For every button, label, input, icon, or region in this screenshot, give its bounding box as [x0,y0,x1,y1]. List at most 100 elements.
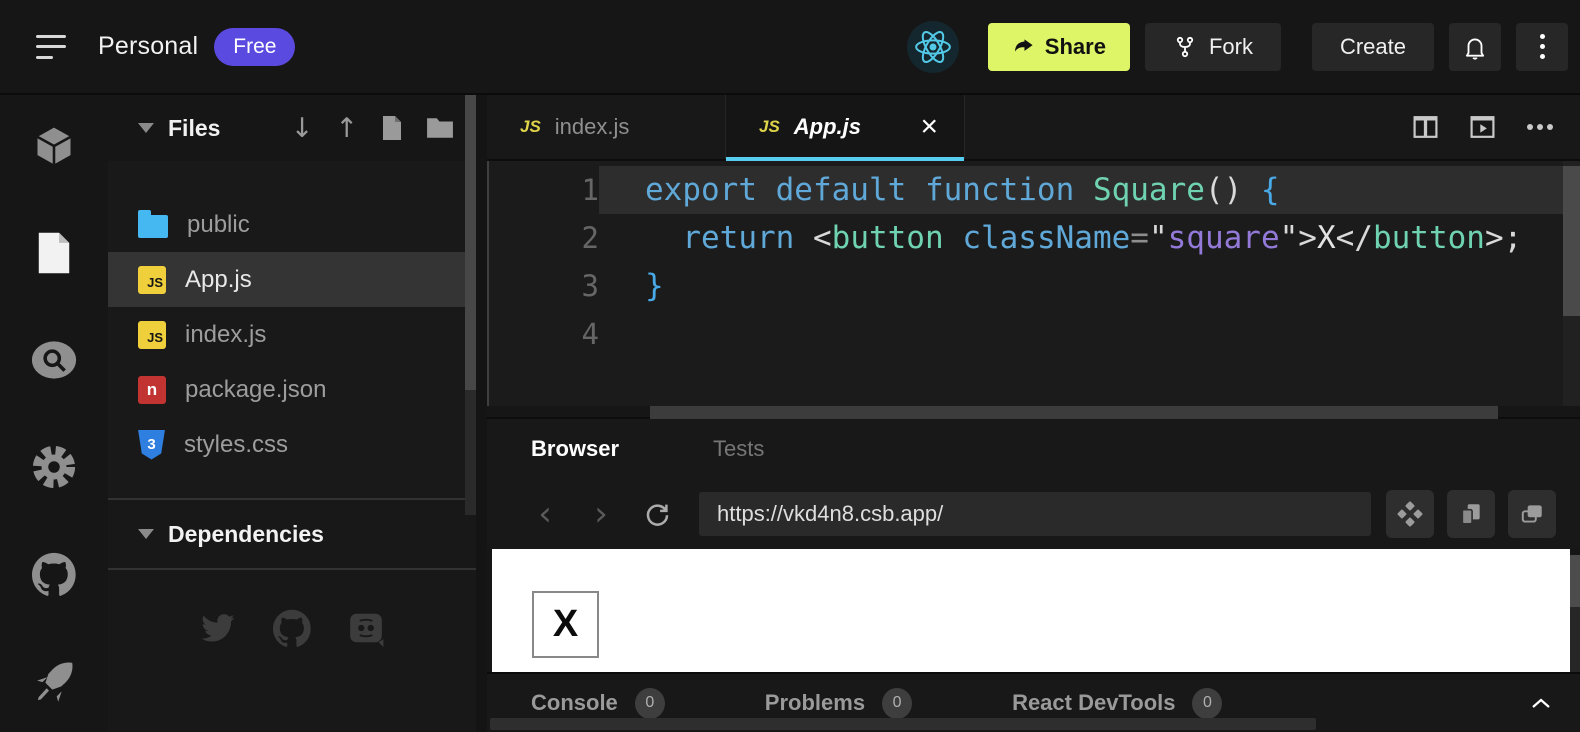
code-line: 3} [489,262,1580,310]
share-arrow-icon [1012,35,1035,58]
split-view-icon[interactable] [1412,115,1439,139]
back-icon[interactable]: ‹ [517,497,573,531]
close-icon[interactable]: × [920,112,938,142]
editor-tab-bar: JSindex.jsJSApp.js× [487,95,1580,161]
square-button[interactable]: X [532,591,599,658]
more-options-button[interactable] [1516,23,1568,71]
twitter-icon[interactable] [198,608,238,648]
code-editor[interactable]: 1export default function Square() {2 ret… [487,161,1580,406]
topbar-actions: Share Fork Create [907,21,1568,73]
plan-badge: Free [214,28,295,66]
tab-label: App.js [794,114,861,140]
refresh-icon[interactable] [629,499,685,529]
line-number: 3 [489,269,599,303]
upload-icon[interactable]: ↑ [335,115,358,142]
top-bar: Personal Free Shar [0,0,1580,95]
console-tab-console[interactable]: Console0 [531,688,665,719]
explorer-file-icon[interactable] [31,230,77,276]
share-button[interactable]: Share [988,23,1130,71]
count-badge: 0 [635,688,665,719]
file-row-package.json[interactable]: n package.json [108,362,476,417]
url-input[interactable] [699,492,1371,536]
code-line: 4 [489,310,1580,358]
fork-icon [1173,35,1197,59]
file-list: public JSApp.js JS index.js n package.json 3 st… [108,161,476,500]
editor-actions [1412,95,1580,159]
code-line: 1export default function Square() { [489,166,1580,214]
code-line: 2 return <button className="square">X</b… [489,214,1580,262]
file-row-App.js[interactable]: JSApp.js [108,252,476,307]
editor-tabs: JSindex.jsJSApp.js× [487,95,965,159]
preview-pane-icon[interactable] [1469,115,1496,139]
open-new-window-icon[interactable] [1508,490,1556,538]
editor-hscroll-thumb[interactable] [650,406,1498,419]
editor-tab-index.js[interactable]: JSindex.js [487,95,726,159]
new-folder-icon[interactable] [426,116,454,140]
files-scrollbar-thumb[interactable] [465,95,476,390]
github-icon[interactable] [272,608,312,648]
file-name: public [187,211,250,239]
preview-scrollbar-thumb[interactable] [1570,555,1580,607]
editor-tab-App.js[interactable]: JS App.js × [726,95,965,159]
count-badge: 0 [1192,688,1222,719]
bell-icon [1462,34,1488,60]
file-name: styles.css [184,431,288,459]
rocket-icon[interactable] [31,658,77,704]
file-row-public[interactable]: public [108,197,476,252]
gear-icon[interactable] [31,444,77,490]
menu-icon[interactable] [36,35,66,59]
line-number: 1 [489,173,599,207]
create-button[interactable]: Create [1312,23,1434,71]
files-header-actions: ↓ ↑ [291,115,454,142]
js-file-icon: JS [759,117,780,137]
notifications-button[interactable] [1449,23,1501,71]
file-row-styles.css[interactable]: 3 styles.css [108,417,476,472]
count-badge: 0 [882,688,912,719]
new-file-icon[interactable] [380,115,404,141]
discord-icon[interactable] [346,608,386,648]
dependencies-title: Dependencies [168,521,324,548]
dependencies-header[interactable]: Dependencies [108,500,476,570]
forward-icon[interactable]: › [573,497,629,531]
css-icon: 3 [138,430,165,460]
responsive-mode-icon[interactable] [1447,490,1495,538]
js-file-icon: JS [520,117,541,137]
console-tab-problems[interactable]: Problems0 [765,688,912,719]
github-icon[interactable] [31,551,77,597]
fork-label: Fork [1209,34,1253,60]
search-icon[interactable] [31,337,77,383]
workspace-name[interactable]: Personal [98,32,198,61]
js-icon: JS [138,321,166,349]
preview-actions [1386,490,1570,538]
console-hscroll-thumb[interactable] [490,718,1316,730]
editor-vertical-scrollbar [1563,161,1580,406]
create-label: Create [1340,34,1406,60]
editor-horizontal-scrollbar [487,406,1580,419]
files-panel: Files ↓ ↑ publicJSApp.jsJSindex.jsnpacka… [108,95,476,732]
fork-button[interactable]: Fork [1145,23,1281,71]
file-row-index.js[interactable]: JS index.js [108,307,476,362]
tab-browser[interactable]: Browser [531,436,619,462]
chevron-up-icon[interactable] [1530,695,1580,711]
kebab-icon [1540,34,1545,59]
react-logo-icon [907,21,959,73]
file-name: package.json [185,376,326,404]
npm-icon: n [138,376,166,404]
file-name: index.js [185,321,266,349]
devtools-grid-icon[interactable] [1386,490,1434,538]
social-links [108,570,476,732]
chevron-down-icon[interactable] [138,123,154,133]
ellipsis-icon[interactable] [1526,123,1554,131]
console-tab-react-devtools[interactable]: React DevTools0 [1012,688,1222,719]
preview-scrollbar [1570,555,1580,672]
code-text [599,310,1580,358]
editor-vscroll-thumb[interactable] [1563,166,1580,316]
tab-tests[interactable]: Tests [713,436,764,462]
workbench: JSindex.jsJSApp.js× [476,95,1580,732]
code-text: export default function Square() { [599,166,1580,214]
sandbox-cube-icon[interactable] [31,123,77,169]
browser-url-bar: ‹ › [487,479,1580,549]
download-icon[interactable]: ↓ [291,115,314,142]
console-bar: Console0 Problems0 React DevTools0 [487,672,1580,732]
code-text: } [599,262,1580,310]
